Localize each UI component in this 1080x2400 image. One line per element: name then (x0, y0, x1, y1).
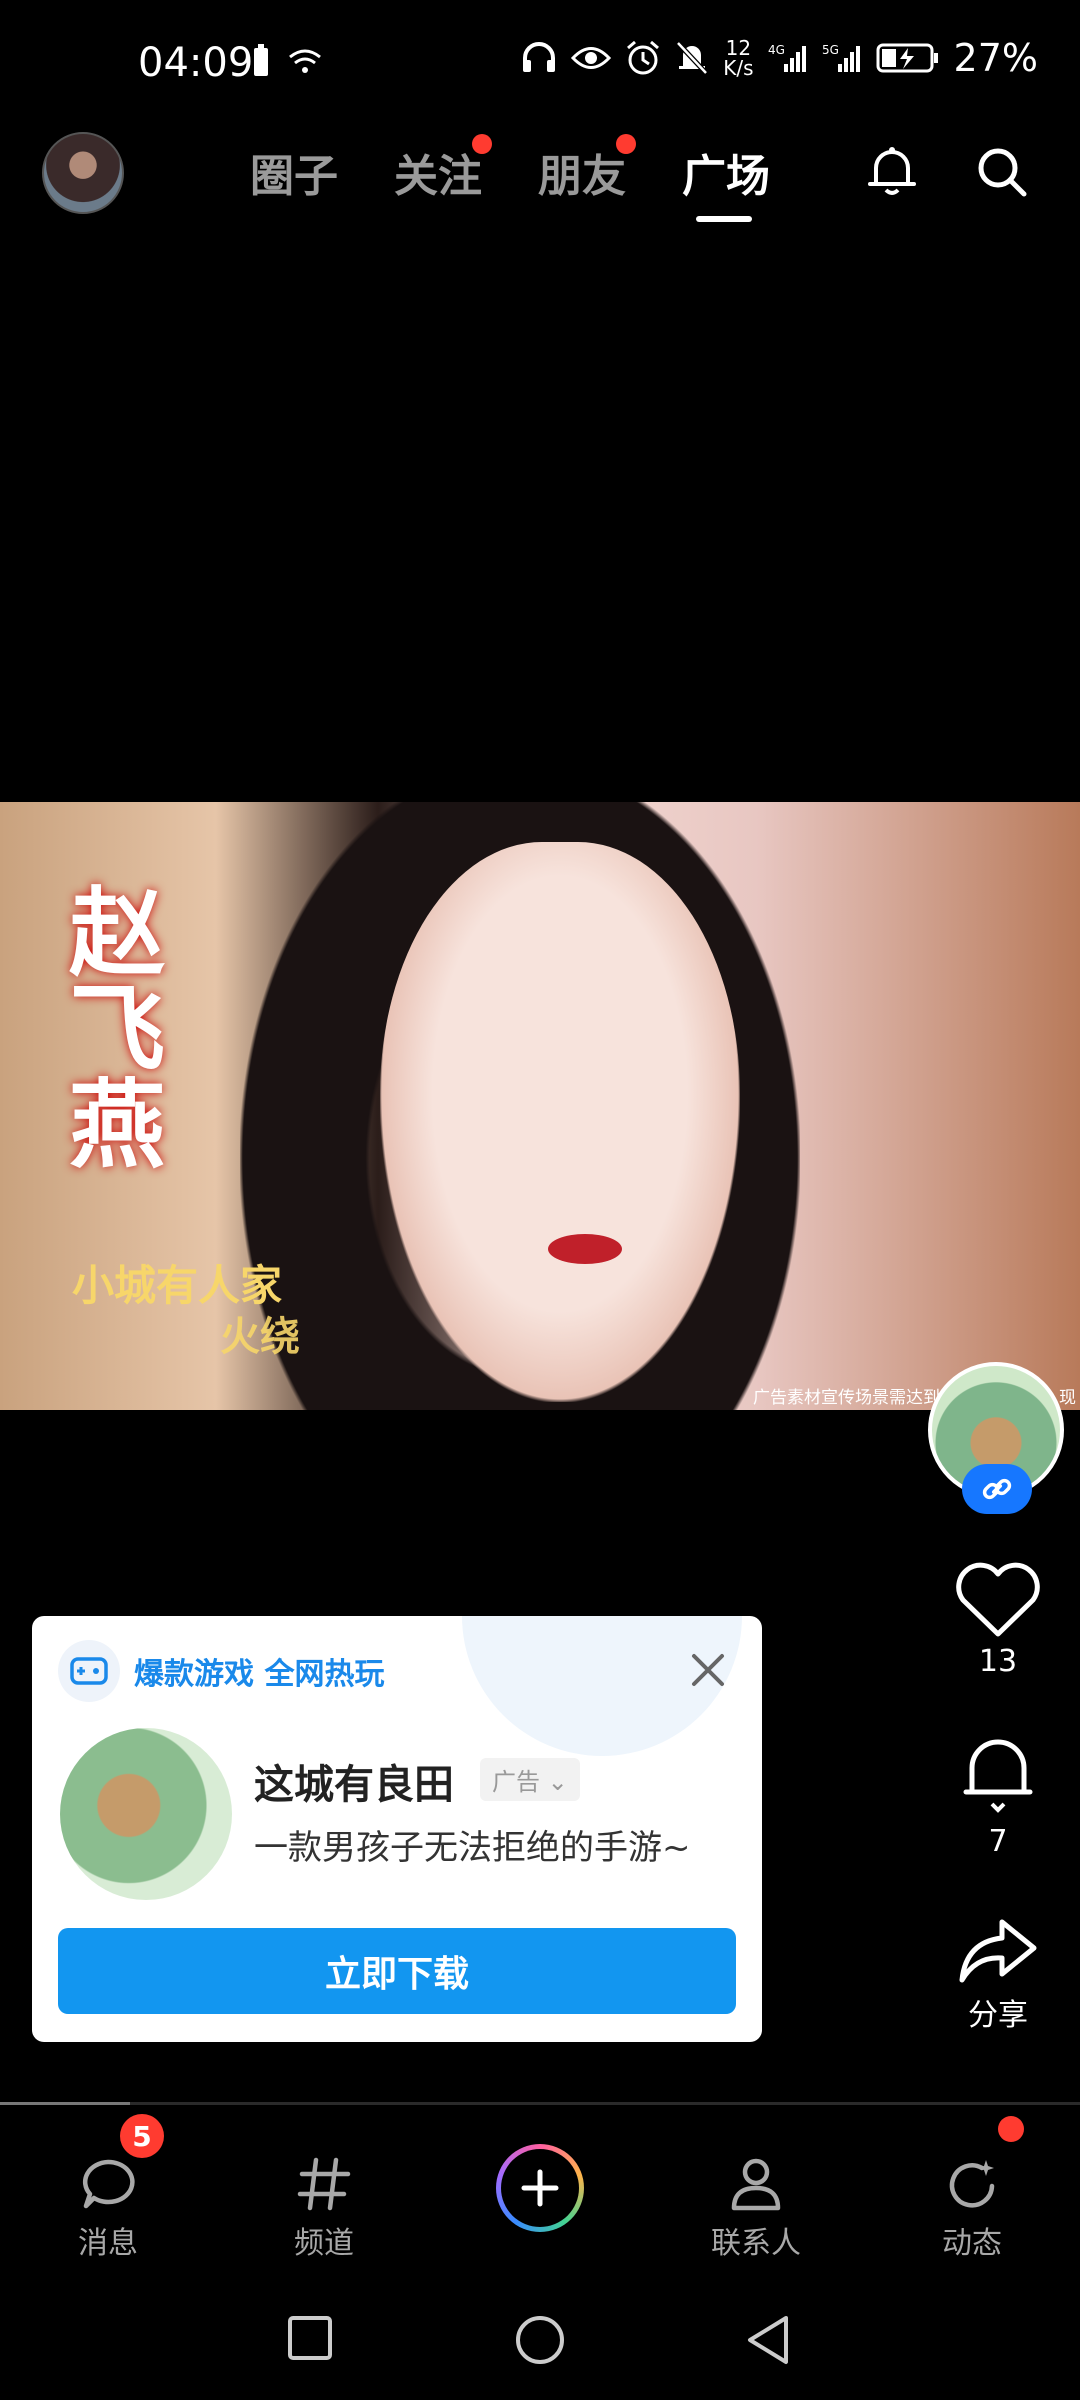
app-name[interactable]: 这城有良田 (254, 1752, 454, 1810)
network-speed: 12 K/s (723, 36, 754, 80)
tab-contacts-label: 联系人 (711, 2226, 801, 2261)
share-icon (959, 1919, 1037, 1983)
status-right-icons: 12 K/s 4G 5G 27% (521, 36, 1038, 80)
bell-icon[interactable] (862, 142, 922, 202)
tab-friends[interactable]: 朋友 (538, 134, 636, 204)
search-icon[interactable] (972, 142, 1032, 202)
refresh-star-icon (949, 2160, 995, 2208)
download-button[interactable]: 立即下载 (58, 1928, 736, 2014)
status-left-icons (252, 44, 322, 78)
recent-apps-icon[interactable] (286, 2314, 334, 2362)
comment-count: 7 (988, 1824, 1008, 1859)
mute-bell-icon (676, 41, 709, 75)
comment-action[interactable]: 7 (928, 1734, 1068, 1859)
battery-saver-icon (254, 44, 268, 76)
signal-5g-icon: 5G (822, 43, 860, 72)
headphones-icon (523, 42, 556, 72)
back-icon[interactable] (744, 2314, 792, 2366)
ad-tagline: 爆款游戏 全网热玩 (134, 1657, 385, 1692)
hashtag-icon (297, 2157, 351, 2211)
plus-icon (521, 2169, 559, 2207)
app-description: 一款男孩子无法拒绝的手游~ (254, 1828, 691, 1868)
lips-shape (548, 1234, 622, 1264)
tab-plaza[interactable]: 广场 (682, 140, 770, 222)
chat-bubble-icon (82, 2159, 135, 2209)
like-count: 13 (978, 1644, 1018, 1679)
tab-channels[interactable]: 频道 (244, 2156, 404, 2262)
bell-comment-icon (963, 1739, 1033, 1813)
chevron-down-icon: ⌄ (547, 1768, 568, 1796)
bottom-tab-bar: 消息 5 频道 联系人 动态 (0, 2106, 1080, 2286)
status-bar: 04:09 12 K/s 4G 5G 27% (0, 0, 1080, 130)
alarm-icon (627, 40, 660, 75)
video-title: 赵飞燕 (52, 882, 165, 1170)
tab-contacts[interactable]: 联系人 (676, 2156, 836, 2262)
link-badge[interactable] (962, 1464, 1032, 1514)
video-subtitle-2: 火绕 (220, 1314, 300, 1360)
gamepad-icon (58, 1640, 120, 1702)
tab-following[interactable]: 关注 (394, 134, 492, 204)
wifi-icon (289, 49, 321, 73)
messages-badge: 5 (120, 2114, 164, 2158)
tab-messages[interactable]: 消息 (28, 2156, 188, 2262)
top-navigation: 圈子 关注 朋友 广场 (0, 128, 1080, 228)
video-frame[interactable]: 赵飞燕 小城有人家 火绕 广告素材宣传场景需达到一定关卡或解…现 (0, 802, 1080, 1410)
video-progress-bar[interactable] (0, 2102, 1080, 2105)
share-label: 分享 (968, 1998, 1028, 2033)
svg-text:5G: 5G (822, 43, 839, 57)
video-progress-fill (0, 2102, 130, 2105)
ad-label-badge[interactable]: 广告 ⌄ (480, 1758, 580, 1801)
feed-tabs: 圈子 关注 朋友 广场 (250, 134, 770, 222)
tab-channels-label: 频道 (294, 2226, 354, 2261)
ad-card[interactable]: 爆款游戏 全网热玩 这城有良田 广告 ⌄ 一款男孩子无法拒绝的手游~ 立即下载 (32, 1616, 762, 2042)
svg-text:4G: 4G (768, 43, 785, 57)
face-shape (380, 842, 740, 1402)
status-time: 04:09 (138, 40, 254, 86)
eye-icon (571, 47, 612, 69)
tab-circles[interactable]: 圈子 (250, 140, 338, 204)
battery-charging-icon (876, 43, 938, 73)
person-icon (731, 2158, 781, 2211)
signal-4g-icon: 4G (768, 43, 806, 72)
share-action[interactable]: 分享 (928, 1916, 1068, 2034)
notification-dot (472, 134, 492, 154)
ad-header: 爆款游戏 全网热玩 (58, 1640, 384, 1702)
user-avatar[interactable] (42, 132, 124, 214)
dynamics-notification-dot (998, 2116, 1024, 2142)
link-icon (982, 1478, 1012, 1500)
home-icon[interactable] (514, 2314, 566, 2366)
tab-messages-label: 消息 (78, 2226, 138, 2261)
like-action[interactable]: 13 (928, 1562, 1068, 1679)
app-icon[interactable] (60, 1728, 232, 1900)
notification-dot (616, 134, 636, 154)
system-navigation (0, 2290, 1080, 2400)
heart-icon (956, 1562, 1040, 1637)
battery-percent: 27% (953, 36, 1038, 80)
create-post-button[interactable] (496, 2144, 584, 2232)
close-icon[interactable] (690, 1652, 726, 1688)
tab-dynamics-label: 动态 (942, 2226, 1002, 2261)
tab-dynamics[interactable]: 动态 (892, 2156, 1052, 2262)
